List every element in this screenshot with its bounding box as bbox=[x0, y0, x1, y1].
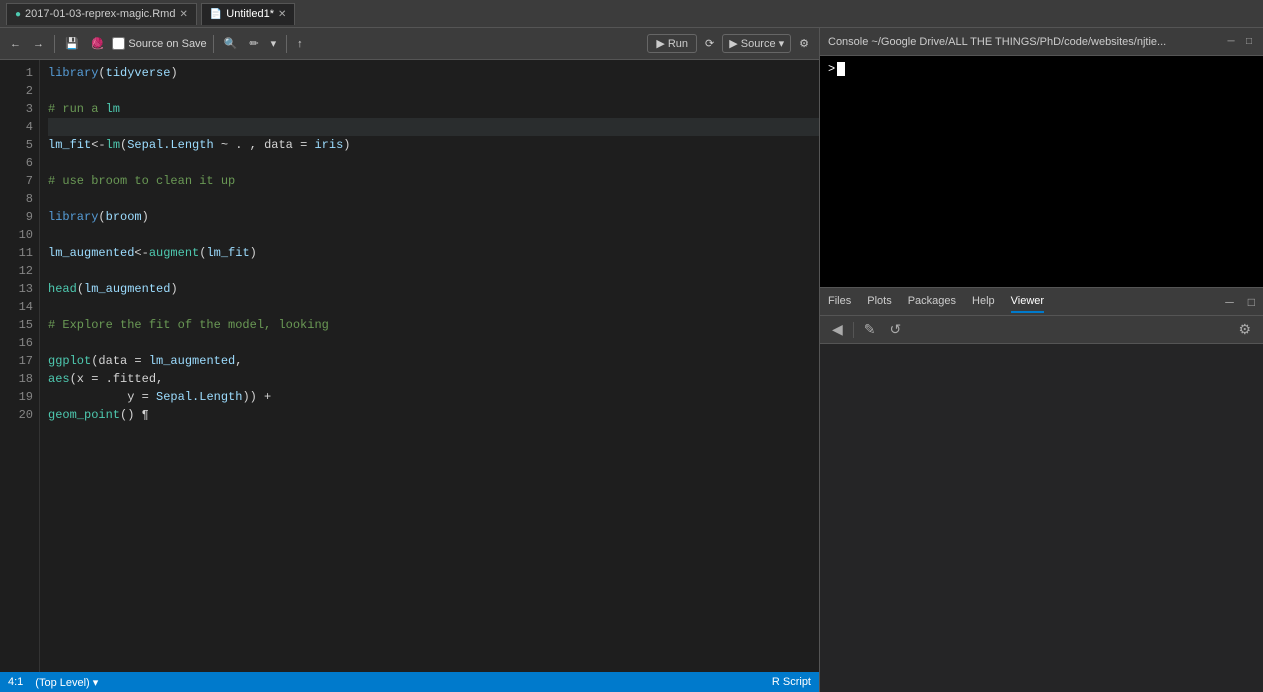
tab-untitled-label: Untitled1* bbox=[226, 8, 274, 20]
publish-button[interactable]: ↑ bbox=[293, 36, 307, 52]
panel-tab-viewer[interactable]: Viewer bbox=[1011, 291, 1044, 313]
code-line-2 bbox=[48, 82, 819, 100]
console-cursor bbox=[837, 62, 845, 76]
console-window-controls: ─ □ bbox=[1225, 36, 1255, 48]
toolbar-sep-1 bbox=[54, 35, 55, 53]
run-icon: ▶ bbox=[656, 37, 664, 50]
undo-button[interactable]: ← bbox=[6, 36, 25, 52]
panel-tab-packages[interactable]: Packages bbox=[908, 291, 956, 313]
code-line-13: head(lm_augmented) bbox=[48, 280, 819, 298]
right-pane: Console ~/Google Drive/ALL THE THINGS/Ph… bbox=[820, 28, 1263, 692]
source-button[interactable]: ▶ Source ▾ bbox=[722, 34, 791, 53]
source-dropdown-icon: ▾ bbox=[779, 37, 785, 50]
code-line-7: # use broom to clean it up bbox=[48, 172, 819, 190]
format-dropdown-button[interactable]: ▾ bbox=[267, 35, 281, 52]
code-line-9: library(broom) bbox=[48, 208, 819, 226]
run-button[interactable]: ▶ Run bbox=[647, 34, 697, 53]
panel-toolbar: ◀ ✎ ↺ ⚙ bbox=[820, 316, 1263, 344]
panel-tab-files[interactable]: Files bbox=[828, 291, 851, 313]
code-line-12 bbox=[48, 262, 819, 280]
console-title-bar: Console ~/Google Drive/ALL THE THINGS/Ph… bbox=[820, 28, 1263, 56]
code-line-3: # run a lm bbox=[48, 100, 819, 118]
search-button[interactable]: 🔍 bbox=[220, 35, 242, 52]
file-type: R Script bbox=[772, 676, 811, 688]
tab-rmd-label: 2017-01-03-reprex-magic.Rmd bbox=[25, 8, 175, 20]
panel-toolbar-right: ⚙ bbox=[1234, 319, 1255, 340]
code-line-10 bbox=[48, 226, 819, 244]
untitled-file-icon: 📄 bbox=[210, 9, 222, 20]
panel-edit-button[interactable]: ✎ bbox=[860, 319, 880, 340]
code-line-6 bbox=[48, 154, 819, 172]
panel-minimize-button[interactable]: ─ bbox=[1225, 295, 1234, 309]
code-line-8 bbox=[48, 190, 819, 208]
title-bar: ● 2017-01-03-reprex-magic.Rmd ✕ 📄 Untitl… bbox=[0, 0, 1263, 28]
panel-refresh-button[interactable]: ↺ bbox=[886, 319, 906, 340]
console-prompt: > bbox=[828, 62, 1255, 76]
bottom-panels: FilesPlotsPackagesHelpViewer─□ ◀ ✎ ↺ ⚙ bbox=[820, 288, 1263, 692]
console-prompt-symbol: > bbox=[828, 62, 835, 76]
panel-maximize-button[interactable]: □ bbox=[1248, 295, 1255, 309]
extra-button[interactable]: ⚙ bbox=[795, 35, 813, 52]
source-icon: ▶ bbox=[729, 37, 737, 50]
panel-tab-plots[interactable]: Plots bbox=[867, 291, 891, 313]
code-line-4 bbox=[48, 118, 819, 136]
console-section: Console ~/Google Drive/ALL THE THINGS/Ph… bbox=[820, 28, 1263, 288]
knit-icon: 🧶 bbox=[91, 37, 105, 50]
code-line-16 bbox=[48, 334, 819, 352]
code-line-11: lm_augmented <- augment(lm_fit) bbox=[48, 244, 819, 262]
tab-rmd-close[interactable]: ✕ bbox=[179, 9, 187, 20]
code-line-19: y = Sepal.Length)) + bbox=[48, 388, 819, 406]
tab-untitled[interactable]: 📄 Untitled1* ✕ bbox=[201, 3, 296, 25]
code-editor[interactable]: library(tidyverse) # run a lm lm_fit <- … bbox=[40, 60, 819, 672]
code-line-20: geom_point() ¶ bbox=[48, 406, 819, 424]
source-on-save-checkbox[interactable] bbox=[112, 37, 125, 50]
code-line-18: aes(x = .fitted, bbox=[48, 370, 819, 388]
panel-toolbar-sep-1 bbox=[853, 322, 854, 338]
code-line-17: ggplot(data = lm_augmented, bbox=[48, 352, 819, 370]
code-area[interactable]: 1234567891011121314151617181920 library(… bbox=[0, 60, 819, 672]
editor-toolbar: ← → 💾 🧶 Source on Save 🔍 ✏ ▾ ↑ ▶ Run ⟳ bbox=[0, 28, 819, 60]
panel-settings-button[interactable]: ⚙ bbox=[1234, 319, 1255, 340]
redo-button[interactable]: → bbox=[29, 36, 48, 52]
tab-rmd[interactable]: ● 2017-01-03-reprex-magic.Rmd ✕ bbox=[6, 3, 197, 25]
console-title-text: Console ~/Google Drive/ALL THE THINGS/Ph… bbox=[828, 36, 1166, 48]
cursor-position: 4:1 bbox=[8, 676, 23, 688]
toolbar-sep-3 bbox=[286, 35, 287, 53]
panel-tabs: FilesPlotsPackagesHelpViewer─□ bbox=[820, 288, 1263, 316]
panel-body bbox=[820, 344, 1263, 692]
source-on-save-label[interactable]: Source on Save bbox=[112, 37, 206, 50]
console-body[interactable]: > bbox=[820, 56, 1263, 287]
scope-dropdown-icon: ▾ bbox=[93, 677, 99, 689]
code-line-1: library(tidyverse) bbox=[48, 64, 819, 82]
main-layout: ← → 💾 🧶 Source on Save 🔍 ✏ ▾ ↑ ▶ Run ⟳ bbox=[0, 28, 1263, 692]
save-button[interactable]: 💾 bbox=[61, 35, 83, 52]
panel-tab-controls: ─□ bbox=[1225, 295, 1255, 309]
panel-back-button[interactable]: ◀ bbox=[828, 319, 847, 340]
rmd-file-icon: ● bbox=[15, 9, 21, 20]
line-numbers: 1234567891011121314151617181920 bbox=[0, 60, 40, 672]
toolbar-sep-2 bbox=[213, 35, 214, 53]
code-line-14 bbox=[48, 298, 819, 316]
format-button[interactable]: ✏ bbox=[245, 35, 262, 52]
console-maximize-button[interactable]: □ bbox=[1243, 36, 1255, 48]
tab-untitled-close[interactable]: ✕ bbox=[278, 9, 286, 20]
scope-indicator: (Top Level) ▾ bbox=[35, 676, 98, 689]
console-minimize-button[interactable]: ─ bbox=[1225, 36, 1237, 48]
status-bar: 4:1 (Top Level) ▾ R Script bbox=[0, 672, 819, 692]
panel-tab-help[interactable]: Help bbox=[972, 291, 995, 313]
code-line-5: lm_fit <- lm(Sepal.Length ~ . , data = i… bbox=[48, 136, 819, 154]
rerun-button[interactable]: ⟳ bbox=[701, 35, 718, 52]
code-line-15: # Explore the fit of the model, looking bbox=[48, 316, 819, 334]
knit-button[interactable]: 🧶 bbox=[87, 35, 109, 52]
editor-pane: ← → 💾 🧶 Source on Save 🔍 ✏ ▾ ↑ ▶ Run ⟳ bbox=[0, 28, 820, 692]
